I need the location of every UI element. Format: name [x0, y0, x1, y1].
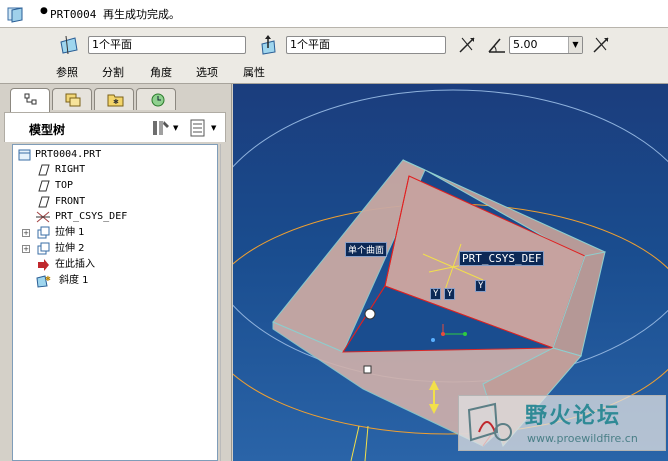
draft-icon: ✱ [36, 275, 51, 288]
extrude-icon [37, 242, 50, 255]
tab-layers[interactable] [52, 88, 92, 110]
chevron-down-icon[interactable]: ▼ [211, 124, 216, 132]
draft-angle-value: 5.00 [513, 38, 538, 51]
tree-item-label: RIGHT [55, 164, 86, 175]
chevron-down-icon[interactable]: ▼ [173, 124, 178, 132]
tab-options[interactable]: 选项 [196, 64, 218, 80]
tab-angles[interactable]: 角度 [150, 64, 172, 80]
axis-label-y: Y [444, 288, 456, 300]
draft-feature-icon [7, 7, 23, 23]
panel-scrollbar[interactable] [220, 144, 228, 461]
tab-history[interactable] [136, 88, 176, 110]
forum-logo-icon [467, 402, 512, 442]
draft-surface-field[interactable]: 1个平面 [88, 36, 246, 54]
model-tree-icon [24, 93, 37, 105]
graphics-viewport[interactable]: 单个曲面 PRT_CSYS_DEF Y Y Y 野火论坛 www.proewil… [233, 84, 668, 461]
svg-text:✱: ✱ [45, 275, 51, 283]
model-tree-header: 模型树 ▼ ▼ [4, 112, 226, 142]
extrude-icon [37, 226, 50, 239]
tree-item-label: TOP [55, 180, 74, 191]
navigator-panel: ✱ 模型树 ▼ ▼ PRT0004.PRT RIGHT TOP FRONT PR… [0, 84, 232, 461]
status-message: PRT0004 再生成功完成。 [50, 8, 180, 21]
watermark-title: 野火论坛 [525, 404, 622, 429]
datum-plane-icon [38, 196, 50, 208]
draft-surface-icon[interactable] [58, 34, 80, 56]
datum-plane-icon [38, 180, 50, 192]
draft-hinge-icon[interactable] [258, 34, 280, 56]
part-icon [18, 149, 31, 161]
csys-label[interactable]: PRT_CSYS_DEF [459, 251, 545, 266]
insert-here-icon [38, 259, 49, 271]
message-bullet: ● [40, 6, 48, 16]
tree-item-label: 斜度 1 [59, 275, 89, 286]
tree-item-label: FRONT [55, 196, 86, 207]
expand-icon[interactable]: + [22, 245, 30, 253]
show-options-icon[interactable] [189, 119, 207, 137]
surface-label[interactable]: 单个曲面 [345, 242, 388, 257]
model-tree-title: 模型树 [29, 123, 66, 137]
axis-label-y: Y [475, 280, 487, 292]
datum-plane-icon [38, 164, 50, 176]
draft-angle-select[interactable]: 5.00 ▼ [509, 36, 583, 54]
history-icon [151, 93, 165, 107]
watermark-url: www.proewildfire.cn [527, 432, 638, 445]
draft-hinge-field[interactable]: 1个平面 [286, 36, 446, 54]
draft-angle-icon [488, 38, 505, 53]
svg-text:✱: ✱ [113, 98, 119, 106]
tab-model-tree[interactable] [10, 88, 50, 112]
feature-dashboard: 1个平面 1个平面 5.00 ▼ 参照 分割 角度 选项 属性 [0, 28, 668, 84]
tree-item-label: 拉伸 2 [55, 243, 85, 254]
model-tree: PRT0004.PRT RIGHT TOP FRONT PRT_CSYS_DEF… [12, 144, 218, 461]
chevron-down-icon[interactable]: ▼ [568, 37, 582, 53]
tree-item-label: 拉伸 1 [55, 227, 85, 238]
tab-properties[interactable]: 属性 [243, 64, 265, 80]
expand-icon[interactable]: + [22, 229, 30, 237]
folder-icon: ✱ [107, 94, 124, 107]
flip-direction-icon[interactable] [456, 34, 478, 56]
tab-split[interactable]: 分割 [102, 64, 124, 80]
csys-icon [36, 211, 50, 223]
tree-item-label: PRT_CSYS_DEF [55, 211, 128, 222]
forum-watermark: 野火论坛 www.proewildfire.cn [458, 395, 666, 451]
layers-icon [65, 93, 81, 107]
drag-handle-circle [364, 308, 376, 320]
drag-handle-square [363, 365, 372, 374]
tree-item-label: 在此插入 [55, 259, 95, 270]
flip-angle-icon[interactable] [590, 34, 612, 56]
tree-item-label: PRT0004.PRT [35, 149, 102, 160]
axis-label-y: Y [430, 288, 442, 300]
tab-references[interactable]: 参照 [56, 64, 78, 80]
tab-folder-browser[interactable]: ✱ [94, 88, 134, 110]
message-bar: ● PRT0004 再生成功完成。 [0, 0, 668, 28]
settings-tools-icon[interactable] [151, 119, 171, 137]
